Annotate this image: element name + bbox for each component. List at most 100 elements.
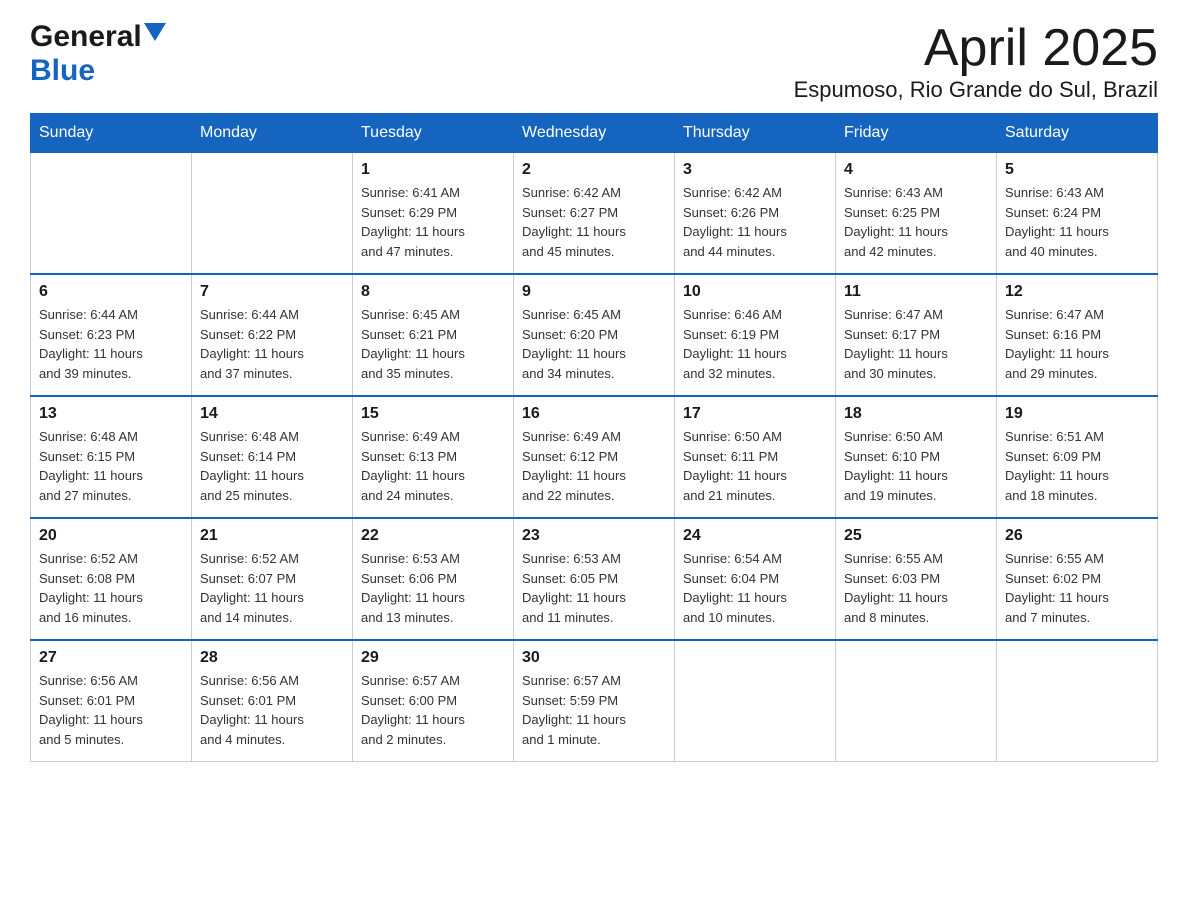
day-info: Sunrise: 6:46 AM Sunset: 6:19 PM Dayligh…	[683, 305, 827, 383]
calendar-cell: 25Sunrise: 6:55 AM Sunset: 6:03 PM Dayli…	[836, 518, 997, 640]
calendar-cell: 30Sunrise: 6:57 AM Sunset: 5:59 PM Dayli…	[514, 640, 675, 762]
calendar-cell: 12 Sunrise: 6:47 AM Sunset: 6:16 PM Dayli…	[997, 274, 1158, 396]
day-header-tuesday: Tuesday	[353, 114, 514, 153]
day-info: Sunrise: 6:52 AM Sunset: 6:07 PM Dayligh…	[200, 549, 344, 627]
day-info: Sunrise: 6:45 AM Sunset: 6:21 PM Dayligh…	[361, 305, 505, 383]
calendar-cell	[192, 153, 353, 275]
calendar-cell: 21 Sunrise: 6:52 AM Sunset: 6:07 PM Dayli…	[192, 518, 353, 640]
title-block: April 2025 Espumoso, Rio Grande do Sul, …	[794, 20, 1158, 103]
day-number: 23	[522, 527, 666, 545]
day-number: 28	[200, 649, 344, 667]
calendar-cell	[31, 153, 192, 275]
day-header-friday: Friday	[836, 114, 997, 153]
day-info: Sunrise: 6:57 AM Sunset: 5:59 PM Dayligh…	[522, 671, 666, 749]
calendar-cell: 27Sunrise: 6:56 AM Sunset: 6:01 PM Dayli…	[31, 640, 192, 762]
day-number: 3	[683, 161, 827, 179]
day-number: 24	[683, 527, 827, 545]
calendar-cell: 7 Sunrise: 6:44 AM Sunset: 6:22 PM Daylig…	[192, 274, 353, 396]
calendar-cell: 5Sunrise: 6:43 AM Sunset: 6:24 PM Daylig…	[997, 153, 1158, 275]
day-info: Sunrise: 6:56 AM Sunset: 6:01 PM Dayligh…	[200, 671, 344, 749]
day-number: 10	[683, 283, 827, 301]
day-number: 17	[683, 405, 827, 423]
day-header-monday: Monday	[192, 114, 353, 153]
calendar-cell: 20 Sunrise: 6:52 AM Sunset: 6:08 PM Dayli…	[31, 518, 192, 640]
calendar-cell: 8 Sunrise: 6:45 AM Sunset: 6:21 PM Daylig…	[353, 274, 514, 396]
day-info: Sunrise: 6:56 AM Sunset: 6:01 PM Dayligh…	[39, 671, 183, 749]
calendar-cell: 6 Sunrise: 6:44 AM Sunset: 6:23 PM Daylig…	[31, 274, 192, 396]
page-header: General Blue April 2025 Espumoso, Rio Gr…	[30, 20, 1158, 103]
month-title: April 2025	[794, 20, 1158, 77]
day-number: 2	[522, 161, 666, 179]
calendar-cell: 16 Sunrise: 6:49 AM Sunset: 6:12 PM Dayli…	[514, 396, 675, 518]
day-number: 13	[39, 405, 183, 423]
day-info: Sunrise: 6:43 AM Sunset: 6:24 PM Dayligh…	[1005, 183, 1149, 261]
day-info: Sunrise: 6:48 AM Sunset: 6:15 PM Dayligh…	[39, 427, 183, 505]
calendar-cell: 1 Sunrise: 6:41 AM Sunset: 6:29 PM Daylig…	[353, 153, 514, 275]
day-info: Sunrise: 6:51 AM Sunset: 6:09 PM Dayligh…	[1005, 427, 1149, 505]
calendar-cell: 24 Sunrise: 6:54 AM Sunset: 6:04 PM Dayli…	[675, 518, 836, 640]
day-number: 22	[361, 527, 505, 545]
day-number: 7	[200, 283, 344, 301]
day-number: 8	[361, 283, 505, 301]
day-info: Sunrise: 6:47 AM Sunset: 6:16 PM Dayligh…	[1005, 305, 1149, 383]
calendar-table: SundayMondayTuesdayWednesdayThursdayFrid…	[30, 113, 1158, 762]
calendar-cell: 15Sunrise: 6:49 AM Sunset: 6:13 PM Dayli…	[353, 396, 514, 518]
calendar-cell: 2 Sunrise: 6:42 AM Sunset: 6:27 PM Daylig…	[514, 153, 675, 275]
calendar-cell: 29 Sunrise: 6:57 AM Sunset: 6:00 PM Dayli…	[353, 640, 514, 762]
calendar-cell: 11 Sunrise: 6:47 AM Sunset: 6:17 PM Dayli…	[836, 274, 997, 396]
calendar-cell: 28 Sunrise: 6:56 AM Sunset: 6:01 PM Dayli…	[192, 640, 353, 762]
day-number: 29	[361, 649, 505, 667]
day-info: Sunrise: 6:42 AM Sunset: 6:26 PM Dayligh…	[683, 183, 827, 261]
day-number: 20	[39, 527, 183, 545]
day-info: Sunrise: 6:42 AM Sunset: 6:27 PM Dayligh…	[522, 183, 666, 261]
day-info: Sunrise: 6:57 AM Sunset: 6:00 PM Dayligh…	[361, 671, 505, 749]
calendar-cell: 10 Sunrise: 6:46 AM Sunset: 6:19 PM Dayli…	[675, 274, 836, 396]
calendar-cell: 3 Sunrise: 6:42 AM Sunset: 6:26 PM Daylig…	[675, 153, 836, 275]
day-info: Sunrise: 6:50 AM Sunset: 6:10 PM Dayligh…	[844, 427, 988, 505]
logo-triangle-icon	[144, 23, 166, 53]
location-text: Espumoso, Rio Grande do Sul, Brazil	[794, 77, 1158, 103]
calendar-cell: 26Sunrise: 6:55 AM Sunset: 6:02 PM Dayli…	[997, 518, 1158, 640]
day-info: Sunrise: 6:44 AM Sunset: 6:22 PM Dayligh…	[200, 305, 344, 383]
day-info: Sunrise: 6:44 AM Sunset: 6:23 PM Dayligh…	[39, 305, 183, 383]
calendar-cell: 13 Sunrise: 6:48 AM Sunset: 6:15 PM Dayli…	[31, 396, 192, 518]
day-number: 21	[200, 527, 344, 545]
day-number: 1	[361, 161, 505, 179]
day-number: 6	[39, 283, 183, 301]
calendar-cell: 18 Sunrise: 6:50 AM Sunset: 6:10 PM Dayli…	[836, 396, 997, 518]
day-header-saturday: Saturday	[997, 114, 1158, 153]
logo-blue-text: Blue	[30, 54, 95, 87]
logo-general-text: General	[30, 20, 142, 54]
calendar-cell	[675, 640, 836, 762]
day-number: 19	[1005, 405, 1149, 423]
day-number: 12	[1005, 283, 1149, 301]
day-info: Sunrise: 6:41 AM Sunset: 6:29 PM Dayligh…	[361, 183, 505, 261]
day-info: Sunrise: 6:49 AM Sunset: 6:13 PM Dayligh…	[361, 427, 505, 505]
day-info: Sunrise: 6:49 AM Sunset: 6:12 PM Dayligh…	[522, 427, 666, 505]
calendar-cell: 22 Sunrise: 6:53 AM Sunset: 6:06 PM Dayli…	[353, 518, 514, 640]
calendar-cell: 17 Sunrise: 6:50 AM Sunset: 6:11 PM Dayli…	[675, 396, 836, 518]
day-number: 14	[200, 405, 344, 423]
day-header-thursday: Thursday	[675, 114, 836, 153]
day-info: Sunrise: 6:55 AM Sunset: 6:03 PM Dayligh…	[844, 549, 988, 627]
day-info: Sunrise: 6:52 AM Sunset: 6:08 PM Dayligh…	[39, 549, 183, 627]
calendar-cell: 9Sunrise: 6:45 AM Sunset: 6:20 PM Daylig…	[514, 274, 675, 396]
day-info: Sunrise: 6:53 AM Sunset: 6:06 PM Dayligh…	[361, 549, 505, 627]
day-number: 18	[844, 405, 988, 423]
calendar-cell	[997, 640, 1158, 762]
calendar-cell: 4Sunrise: 6:43 AM Sunset: 6:25 PM Daylig…	[836, 153, 997, 275]
day-info: Sunrise: 6:48 AM Sunset: 6:14 PM Dayligh…	[200, 427, 344, 505]
day-header-sunday: Sunday	[31, 114, 192, 153]
calendar-cell: 23Sunrise: 6:53 AM Sunset: 6:05 PM Dayli…	[514, 518, 675, 640]
logo: General Blue	[30, 20, 166, 88]
day-info: Sunrise: 6:47 AM Sunset: 6:17 PM Dayligh…	[844, 305, 988, 383]
day-info: Sunrise: 6:54 AM Sunset: 6:04 PM Dayligh…	[683, 549, 827, 627]
day-number: 26	[1005, 527, 1149, 545]
day-info: Sunrise: 6:50 AM Sunset: 6:11 PM Dayligh…	[683, 427, 827, 505]
day-number: 11	[844, 283, 988, 301]
calendar-cell: 19 Sunrise: 6:51 AM Sunset: 6:09 PM Dayli…	[997, 396, 1158, 518]
day-header-wednesday: Wednesday	[514, 114, 675, 153]
calendar-cell: 14 Sunrise: 6:48 AM Sunset: 6:14 PM Dayli…	[192, 396, 353, 518]
day-info: Sunrise: 6:45 AM Sunset: 6:20 PM Dayligh…	[522, 305, 666, 383]
day-number: 16	[522, 405, 666, 423]
